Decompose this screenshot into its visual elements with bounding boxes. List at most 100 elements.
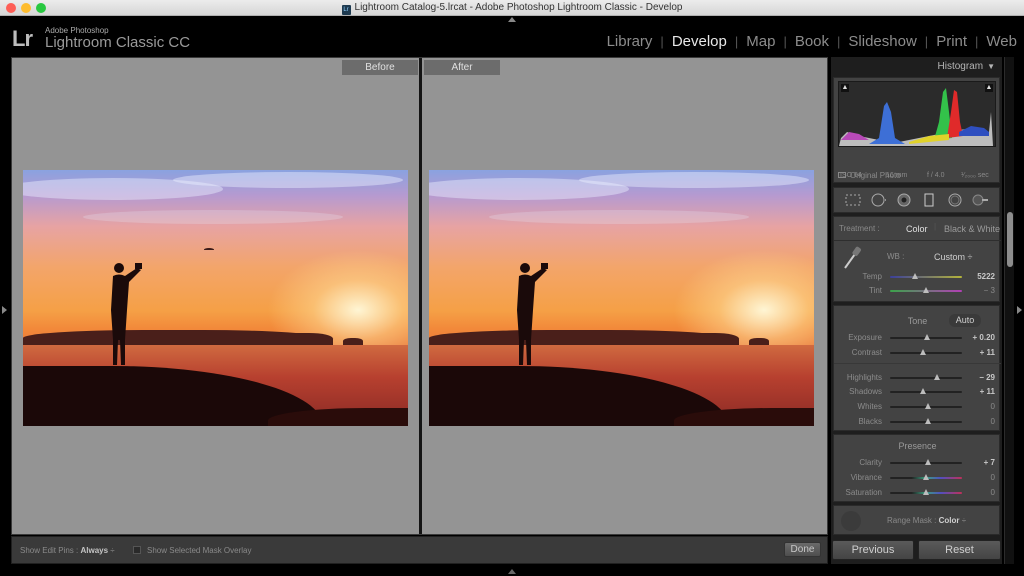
range-mask-select[interactable]: Range Mask : Color ÷: [887, 516, 966, 525]
reset-button[interactable]: Reset: [918, 540, 1001, 560]
module-library[interactable]: Library: [607, 33, 653, 50]
slider-row-whites: Whites 0: [834, 399, 1001, 413]
after-photo[interactable]: [429, 170, 814, 426]
module-web[interactable]: Web: [986, 33, 1017, 50]
slider-thumb[interactable]: [933, 374, 940, 380]
auto-tone-button[interactable]: Auto: [949, 314, 981, 327]
tint-slider[interactable]: [890, 287, 962, 293]
tone-heading: Tone Auto: [834, 314, 1001, 327]
slider-thumb[interactable]: [923, 489, 929, 495]
saturation-slider[interactable]: [890, 489, 962, 495]
blacks-value[interactable]: 0: [991, 417, 995, 426]
slider-thumb[interactable]: [925, 403, 932, 409]
mask-toggle-icon[interactable]: [841, 511, 861, 531]
after-label: After: [424, 60, 500, 75]
range-mask-panel: Range Mask : Color ÷: [833, 505, 1000, 535]
slider-thumb[interactable]: [920, 388, 927, 394]
slider-thumb[interactable]: [925, 459, 932, 465]
module-book[interactable]: Book: [795, 33, 829, 50]
left-panel-toggle-icon[interactable]: [2, 306, 7, 314]
module-picker: Library | Develop | Map | Book | Slidesh…: [607, 33, 1017, 50]
temp-value[interactable]: 5222: [977, 272, 995, 281]
graduated-filter-icon[interactable]: [921, 193, 937, 207]
highlights-slider[interactable]: [890, 374, 962, 380]
module-print[interactable]: Print: [936, 33, 967, 50]
vibrance-slider[interactable]: [890, 474, 962, 480]
red-eye-icon[interactable]: [896, 193, 912, 207]
wb-preset-select[interactable]: Custom ÷: [934, 252, 972, 262]
shadows-value[interactable]: + 11: [980, 387, 995, 396]
basic-panel-top: Treatment : Color | Black & White WB : C…: [833, 216, 1001, 302]
slider-thumb[interactable]: [923, 474, 929, 480]
filmstrip-toggle-icon[interactable]: [508, 569, 516, 574]
spot-removal-icon[interactable]: [870, 193, 887, 207]
vibrance-label: Vibrance: [850, 473, 882, 482]
module-separator: |: [734, 34, 739, 49]
radial-filter-icon[interactable]: [947, 193, 963, 207]
crop-overlay-icon[interactable]: [845, 193, 861, 207]
before-photo[interactable]: [23, 170, 408, 426]
scrollbar-thumb[interactable]: [1007, 212, 1013, 267]
slider-row-exposure: Exposure + 0.20: [834, 330, 1001, 344]
done-button[interactable]: Done: [784, 542, 821, 557]
mask-overlay-label[interactable]: Show Selected Mask Overlay: [147, 546, 252, 555]
viewer-toolbar: Show Edit Pins : Always ÷ Show Selected …: [11, 536, 828, 564]
right-panel-toggle-icon[interactable]: [1017, 306, 1022, 314]
clarity-label: Clarity: [859, 458, 882, 467]
treatment-color[interactable]: Color: [906, 224, 928, 234]
clarity-value[interactable]: + 7: [984, 458, 995, 467]
before-after-divider: [419, 58, 422, 534]
collapse-triangle-icon[interactable]: ▼: [987, 57, 995, 77]
treatment-label: Treatment :: [839, 224, 880, 233]
slider-thumb[interactable]: [925, 418, 932, 424]
vibrance-value[interactable]: 0: [991, 473, 995, 482]
slider-thumb[interactable]: [923, 334, 930, 340]
module-map[interactable]: Map: [746, 33, 775, 50]
shadows-slider[interactable]: [890, 388, 962, 394]
highlights-value[interactable]: − 29: [979, 373, 995, 382]
lightroom-document-icon: Lr: [341, 5, 351, 15]
exposure-slider[interactable]: [890, 334, 962, 340]
previous-button[interactable]: Previous: [832, 540, 914, 560]
module-slideshow[interactable]: Slideshow: [848, 33, 916, 50]
slider-thumb[interactable]: [912, 273, 919, 279]
adjustment-brush-icon[interactable]: [972, 193, 989, 207]
whites-slider[interactable]: [890, 403, 962, 409]
histogram-header[interactable]: Histogram ▼: [831, 57, 1002, 77]
blacks-slider[interactable]: [890, 418, 962, 424]
divider: [834, 363, 1001, 364]
top-panel-toggle-icon[interactable]: [508, 17, 516, 22]
original-photo-toggle[interactable]: Original Photo: [838, 171, 901, 180]
shutter-readout: ¹⁄₂₀₀₀ sec: [961, 172, 989, 179]
clarity-slider[interactable]: [890, 459, 962, 465]
photo-cloud: [83, 210, 343, 224]
identity-product-name: Lightroom Classic CC: [45, 34, 191, 51]
saturation-value[interactable]: 0: [991, 488, 995, 497]
edit-pins-value[interactable]: Always: [80, 546, 108, 555]
updown-arrows-icon: ÷: [961, 516, 967, 525]
mask-overlay-checkbox[interactable]: [133, 546, 141, 554]
tint-value[interactable]: − 3: [984, 286, 995, 295]
lightroom-logo: Lr: [12, 26, 33, 51]
histogram-title: Histogram: [937, 61, 984, 72]
range-mask-value: Color: [938, 516, 960, 525]
slider-thumb[interactable]: [920, 349, 927, 355]
whites-value[interactable]: 0: [991, 402, 995, 411]
original-photo-label: Original Photo: [850, 171, 901, 180]
histogram-graph[interactable]: ▲ ▲: [838, 81, 996, 147]
photo-bird: [204, 248, 214, 251]
exposure-value[interactable]: + 0.20: [973, 333, 995, 342]
contrast-value[interactable]: + 11: [980, 348, 995, 357]
checkbox[interactable]: [838, 172, 846, 178]
module-develop[interactable]: Develop: [672, 33, 727, 50]
contrast-slider[interactable]: [890, 349, 962, 355]
tone-panel: Tone Auto Exposure + 0.20 Contrast + 11 …: [833, 305, 1001, 431]
temp-slider[interactable]: [890, 273, 962, 279]
slider-thumb[interactable]: [923, 287, 929, 293]
right-panel-scrollbar[interactable]: [1004, 57, 1014, 564]
slider-row-saturation: Saturation 0: [834, 485, 1001, 499]
window-title: Lr Lightroom Catalog-5.lrcat - Adobe Phot…: [0, 2, 1024, 15]
before-label: Before: [342, 60, 418, 75]
edit-pins-control[interactable]: Show Edit Pins : Always ÷: [20, 546, 115, 555]
treatment-bw[interactable]: Black & White: [944, 224, 1000, 234]
